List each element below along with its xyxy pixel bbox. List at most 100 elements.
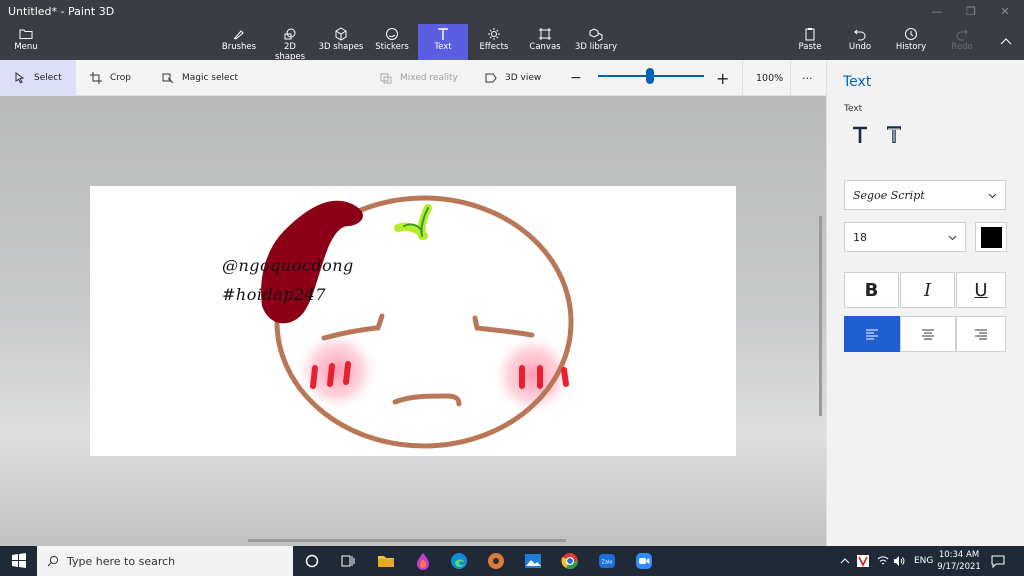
paste-button[interactable]: Paste: [796, 24, 824, 60]
2d-text-icon[interactable]: [849, 124, 871, 146]
mixed-reality-button[interactable]: Mixed reality: [380, 60, 458, 96]
taskbar-clock[interactable]: 10:34 AM 9/17/2021: [936, 549, 982, 573]
task-view-icon[interactable]: [338, 551, 358, 571]
tab-3d-shapes[interactable]: 3D shapes: [318, 24, 364, 60]
undo-label: Undo: [848, 42, 872, 52]
align-left-button[interactable]: [844, 316, 900, 352]
chevron-down-icon: [988, 193, 997, 199]
show-hidden-icons[interactable]: [840, 546, 850, 576]
toolbar-divider: [742, 60, 743, 96]
vertical-scrollbar[interactable]: [819, 216, 822, 416]
tab-label: 3D library: [574, 42, 617, 52]
align-center-button[interactable]: [900, 316, 956, 352]
file-explorer-icon[interactable]: [376, 551, 396, 571]
zoom-app-icon[interactable]: [634, 551, 654, 571]
tab-label: Brushes: [221, 42, 257, 52]
zoom-level[interactable]: 100%: [756, 60, 783, 96]
vivaldi-tray-icon[interactable]: [857, 555, 869, 567]
minimize-button[interactable]: —: [920, 0, 954, 24]
language-indicator[interactable]: ENG: [914, 546, 933, 576]
font-size-dropdown[interactable]: 18: [844, 222, 966, 252]
canvas-icon: [539, 28, 551, 40]
2d-shapes-icon: [284, 28, 296, 40]
panel-title: Text: [843, 74, 872, 90]
font-family-dropdown[interactable]: Segoe Script: [844, 180, 1006, 210]
chevron-up-icon: [1000, 38, 1012, 45]
tab-3d-library[interactable]: 3D library: [574, 24, 618, 60]
search-placeholder: Type here to search: [67, 554, 176, 568]
workspace: @ngoquocdong #hoidap247: [0, 96, 826, 546]
undo-button[interactable]: Undo: [846, 24, 874, 60]
right-eyebrow: [472, 315, 535, 338]
align-center-icon: [922, 329, 934, 340]
text-color-picker[interactable]: [975, 222, 1007, 252]
history-label: History: [895, 42, 927, 52]
3d-library-icon: [589, 28, 603, 41]
menu-button[interactable]: Menu: [6, 24, 46, 60]
tab-canvas[interactable]: Canvas: [528, 24, 562, 60]
tab-text[interactable]: Text: [418, 24, 468, 60]
canvas-text-handle[interactable]: @ngoquocdong: [222, 256, 354, 275]
magic-select-tool[interactable]: Magic select: [162, 60, 238, 96]
collapse-ribbon-button[interactable]: [994, 24, 1018, 60]
more-options-button[interactable]: ···: [802, 60, 813, 96]
align-right-button[interactable]: [956, 316, 1006, 352]
wifi-icon[interactable]: [877, 555, 889, 567]
notifications-icon[interactable]: [991, 554, 1005, 568]
zalo-icon[interactable]: Zalo: [597, 551, 617, 571]
tab-brushes[interactable]: Brushes: [220, 24, 258, 60]
tab-effects[interactable]: Effects: [478, 24, 510, 60]
cursor-icon: [15, 72, 25, 84]
photos-icon[interactable]: [523, 551, 543, 571]
close-button[interactable]: ✕: [988, 0, 1022, 24]
text-section-label: Text: [844, 104, 863, 114]
drawing-canvas[interactable]: @ngoquocdong #hoidap247: [90, 186, 736, 456]
undo-icon: [854, 29, 866, 41]
redo-icon: [956, 29, 968, 41]
align-right-icon: [975, 329, 987, 340]
paste-icon: [805, 28, 815, 41]
zoom-in-button[interactable]: +: [716, 60, 729, 96]
3d-view-button[interactable]: 3D view: [485, 60, 541, 96]
volume-icon[interactable]: [893, 555, 905, 567]
horizontal-scrollbar[interactable]: [248, 539, 566, 542]
brush-icon: [233, 30, 244, 40]
edge-icon[interactable]: [449, 551, 469, 571]
zoom-out-button[interactable]: −: [570, 60, 582, 96]
tab-label: Text: [434, 42, 452, 52]
crop-tool[interactable]: Crop: [90, 60, 131, 96]
bold-button[interactable]: B: [844, 272, 899, 308]
select-tool[interactable]: Select: [0, 60, 76, 96]
magic-select-label: Magic select: [182, 73, 239, 83]
drawing: [261, 195, 575, 449]
tab-label: 3D shapes: [318, 42, 364, 52]
mixed-reality-icon: [380, 73, 392, 84]
taskbar-search-box[interactable]: Type here to search: [37, 546, 293, 576]
folder-icon: [19, 29, 33, 39]
3d-text-icon[interactable]: [883, 124, 905, 146]
chrome-icon[interactable]: [560, 551, 580, 571]
tab-stickers[interactable]: Stickers: [372, 24, 412, 60]
underline-button[interactable]: U: [956, 272, 1006, 308]
toolbar-divider: [790, 60, 791, 96]
windows-start-icon[interactable]: [9, 551, 29, 571]
redo-label: Redo: [951, 42, 973, 52]
paint-3d-icon[interactable]: [413, 551, 433, 571]
chevron-down-icon: [948, 235, 957, 241]
toolbar: Select Crop Magic select Mixed reality 3…: [0, 60, 826, 96]
text-panel: Text Text Segoe Script 18 B I U: [826, 60, 1024, 546]
tab-label: Stickers: [375, 42, 409, 52]
tab-2d-shapes[interactable]: 2D shapes: [268, 24, 312, 62]
italic-button[interactable]: I: [900, 272, 955, 308]
cortana-icon[interactable]: [302, 551, 322, 571]
redo-button[interactable]: Redo: [948, 24, 976, 60]
media-app-icon[interactable]: [486, 551, 506, 571]
canvas-text-hashtag[interactable]: #hoidap247: [222, 285, 326, 304]
zoom-slider-thumb[interactable]: [646, 68, 654, 84]
search-icon: [47, 555, 59, 567]
history-button[interactable]: History: [894, 24, 928, 60]
maximize-button[interactable]: ❐: [954, 0, 988, 24]
tab-label: Canvas: [529, 42, 561, 52]
menu-label: Menu: [14, 42, 38, 52]
text-color-swatch: [981, 227, 1002, 248]
